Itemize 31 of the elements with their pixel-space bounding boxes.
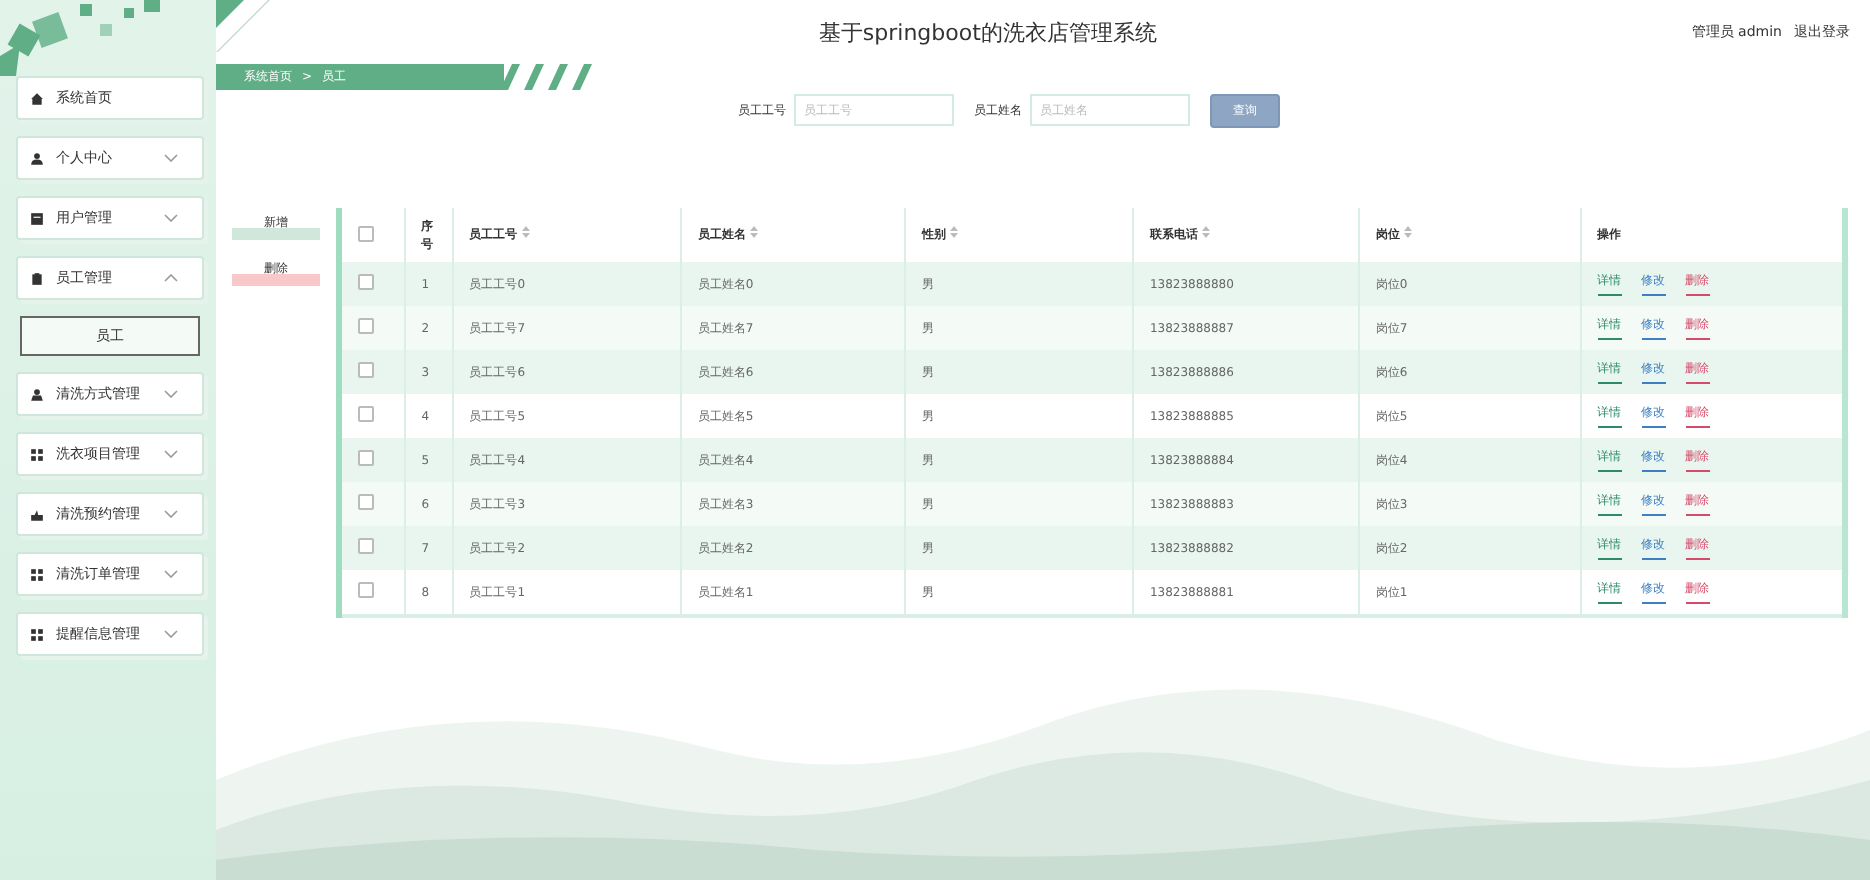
row-checkbox[interactable] [358, 450, 374, 466]
row-checkbox[interactable] [358, 318, 374, 334]
row-checkbox[interactable] [358, 538, 374, 554]
menu-icon [30, 91, 44, 105]
menu-icon [30, 151, 44, 165]
row-checkbox[interactable] [358, 406, 374, 422]
row-checkbox[interactable] [358, 362, 374, 378]
menu-icon [30, 567, 44, 581]
menu-icon [30, 507, 44, 521]
chevron-down-icon [164, 154, 178, 162]
chevron-down-icon [164, 390, 178, 398]
page-title: 基于springboot的洗衣店管理系统 [816, 17, 1159, 47]
chevron-down-icon [164, 214, 178, 222]
sort-icon[interactable] [1403, 226, 1412, 238]
row-checkbox[interactable] [358, 274, 374, 290]
sort-icon[interactable] [521, 226, 530, 238]
sort-icon[interactable] [1201, 226, 1210, 238]
select-all-checkbox[interactable] [358, 225, 374, 241]
chevron-down-icon [164, 450, 178, 458]
menu-icon [30, 447, 44, 461]
sort-icon[interactable] [950, 226, 959, 238]
menu-icon [30, 387, 44, 401]
chevron-down-icon [164, 570, 178, 578]
sort-icon[interactable] [749, 226, 758, 238]
row-checkbox[interactable] [358, 494, 374, 510]
menu-icon [30, 211, 44, 225]
chevron-down-icon [164, 510, 178, 518]
row-checkbox[interactable] [358, 582, 374, 598]
menu-icon [30, 271, 44, 285]
chevron-down-icon [164, 630, 178, 638]
menu-icon [30, 627, 44, 641]
